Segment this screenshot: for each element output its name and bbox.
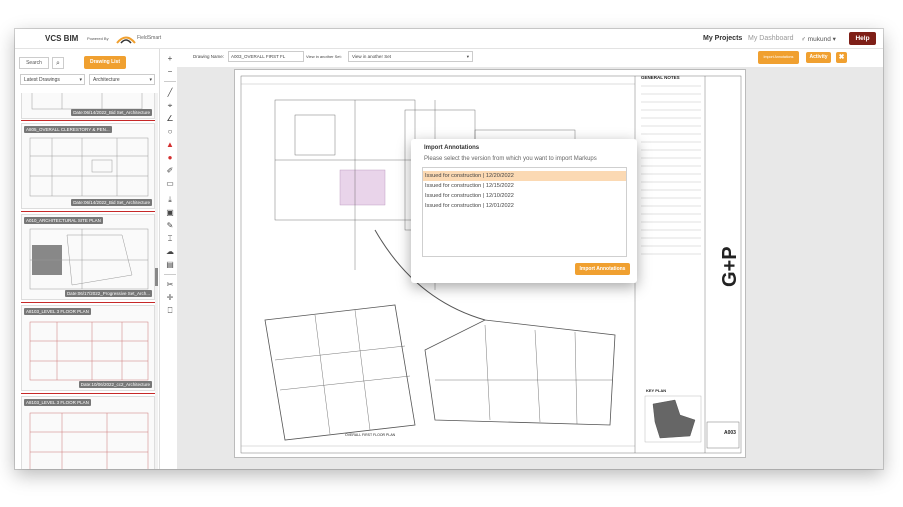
download-tool-icon[interactable]: ⤓: [164, 194, 176, 205]
stop-tool-icon[interactable]: ●: [164, 152, 176, 163]
attach-tool-icon[interactable]: ✐: [164, 165, 176, 176]
drawing-name-label: Drawing Name:: [193, 54, 225, 59]
chevron-down-icon: ▾: [149, 77, 152, 83]
latest-drawings-select[interactable]: Latest Drawings ▾: [20, 74, 85, 85]
cut-tool-icon[interactable]: ✂: [164, 279, 176, 290]
version-option[interactable]: Issued for construction | 12/20/2022: [423, 171, 626, 181]
version-option[interactable]: Issued for construction | 12/01/2022: [423, 201, 626, 211]
modal-title: Import Annotations: [424, 145, 480, 151]
rectangle-tool-icon[interactable]: ▭: [164, 178, 176, 189]
drawing-date: Date:06/14/2022_Bid Set_Architecture: [71, 109, 152, 116]
general-notes-title: GENERAL NOTES: [641, 75, 680, 80]
drawing-thumbnail[interactable]: A8103_LEVEL 3 FLOOR PLAN: [21, 396, 155, 469]
drawing-label: A805_OVERALL CLERESTORY & PEN...: [24, 126, 112, 133]
zoom-out-icon[interactable]: −: [164, 66, 176, 77]
drawing-thumbnail-list: Date:06/14/2022_Bid Set_Architecture A80…: [21, 93, 155, 469]
drawing-thumbnail[interactable]: A805_OVERALL CLERESTORY & PEN... Date:06…: [21, 123, 155, 209]
pencil-tool-icon[interactable]: ✎: [164, 220, 176, 231]
app-window: VCS BIM Powered By FieldSmart My Project…: [15, 29, 883, 469]
thumbnail-separator: [21, 393, 155, 394]
drawing-name-field[interactable]: A003_OVERALL FIRST FL: [228, 51, 304, 62]
sidebar-scrollbar[interactable]: [155, 93, 158, 469]
thumbnail-separator: [21, 211, 155, 212]
discipline-select[interactable]: Architecture ▾: [89, 74, 155, 85]
key-plan-title: KEY PLAN: [646, 388, 667, 393]
discipline-value: Architecture: [93, 77, 120, 83]
drawing-thumbnail[interactable]: A8103_LEVEL 3 FLOOR PLAN Date:10/06/2022…: [21, 305, 155, 391]
help-button[interactable]: Help: [849, 32, 876, 45]
version-option[interactable]: Issued for construction | 12/10/2022: [423, 191, 626, 201]
delete-tool-icon[interactable]: ⎕: [164, 305, 176, 316]
drawing-date: Date:06/14/2022_Bid Set_Architecture: [71, 199, 152, 206]
chevron-down-icon: ▾: [466, 54, 469, 59]
image-tool-icon[interactable]: ▤: [164, 259, 176, 270]
search-icon[interactable]: ⌕: [52, 57, 64, 69]
drawing-date: Date:10/06/2022_cc2_Architecture: [78, 381, 152, 388]
user-menu[interactable]: ♂ mukund ▾: [801, 35, 836, 43]
activity-button[interactable]: Activity: [806, 52, 831, 63]
top-bar: VCS BIM Powered By FieldSmart My Project…: [15, 29, 883, 49]
thumbnail-separator: [21, 120, 155, 121]
drawing-thumbnail[interactable]: Date:06/14/2022_Bid Set_Architecture: [21, 93, 155, 119]
drawing-label: A8103_LEVEL 3 FLOOR PLAN: [24, 308, 91, 315]
search-input[interactable]: Search: [19, 57, 49, 69]
zoom-in-icon[interactable]: +: [164, 53, 176, 64]
nav-my-projects[interactable]: My Projects: [703, 35, 742, 42]
version-list: Issued for construction | 12/20/2022 Iss…: [422, 167, 627, 257]
drawing-preview: [29, 321, 149, 381]
partner-name: FieldSmart: [137, 35, 162, 41]
drawing-label: A010_ARCHITECTURAL SITE PLAN: [24, 217, 103, 224]
circle-tool-icon[interactable]: ○: [164, 126, 176, 137]
drawing-sidebar: Search ⌕ Drawing List Latest Drawings ▾ …: [15, 49, 160, 469]
drawing-preview: [29, 137, 149, 197]
plan-title: OVERALL FIRST FLOOR PLAN: [345, 433, 396, 437]
markup-toolbar: + − ╱ ⌖ ∠ ○ ▲ ● ✐ ▭ ⤓ ▣ ✎ ⌶ ☁ ▤ ✂ ✛ ⎕: [163, 51, 177, 469]
move-tool-icon[interactable]: ✛: [164, 292, 176, 303]
drawing-list-button[interactable]: Drawing List: [84, 56, 126, 69]
view-in-set-select[interactable]: View in another Set ▾: [348, 51, 473, 62]
brand-name: VCS BIM: [45, 34, 79, 43]
toolbar-divider: [164, 274, 176, 275]
sheet-number: A003: [724, 430, 736, 436]
latest-drawings-value: Latest Drawings: [24, 77, 60, 83]
drawing-preview: [29, 228, 149, 290]
thumbnail-separator: [21, 302, 155, 303]
view-in-set-value: View in another Set: [352, 54, 391, 59]
camera-tool-icon[interactable]: ▣: [164, 207, 176, 218]
angle-tool-icon[interactable]: ∠: [164, 113, 176, 124]
modal-subtitle: Please select the version from which you…: [424, 156, 597, 162]
version-option[interactable]: Issued for construction | 12/15/2022: [423, 181, 626, 191]
import-annotations-button[interactable]: Import Annotations: [758, 51, 799, 64]
text-tool-icon[interactable]: ⌶: [164, 233, 176, 244]
drawing-date: Date:06/17/2022_Progressive Set_Arch...: [64, 290, 152, 297]
warning-tool-icon[interactable]: ▲: [164, 139, 176, 150]
powered-by-text: Powered By: [87, 36, 109, 41]
close-icon[interactable]: ✖: [836, 52, 847, 63]
chevron-down-icon: ▾: [79, 77, 82, 83]
firm-logo: G+P: [719, 246, 741, 287]
toolbar-divider: [164, 81, 176, 82]
drawing-preview: [29, 412, 149, 469]
modal-import-button[interactable]: Import Annotations: [575, 263, 630, 275]
import-annotations-modal: Import Annotations Please select the ver…: [411, 139, 637, 283]
nav-my-dashboard[interactable]: My Dashboard: [748, 35, 794, 42]
drawing-label: A8103_LEVEL 3 FLOOR PLAN: [24, 399, 91, 406]
fieldsmart-logo-icon: [116, 36, 136, 44]
measure-tool-icon[interactable]: ⌖: [164, 100, 176, 111]
scrollbar-thumb[interactable]: [155, 268, 158, 286]
drawing-thumbnail[interactable]: A010_ARCHITECTURAL SITE PLAN Date:06/17/…: [21, 214, 155, 300]
line-tool-icon[interactable]: ╱: [164, 87, 176, 98]
cloud-tool-icon[interactable]: ☁: [164, 246, 176, 257]
view-in-set-label: View in another Set:: [306, 54, 342, 59]
